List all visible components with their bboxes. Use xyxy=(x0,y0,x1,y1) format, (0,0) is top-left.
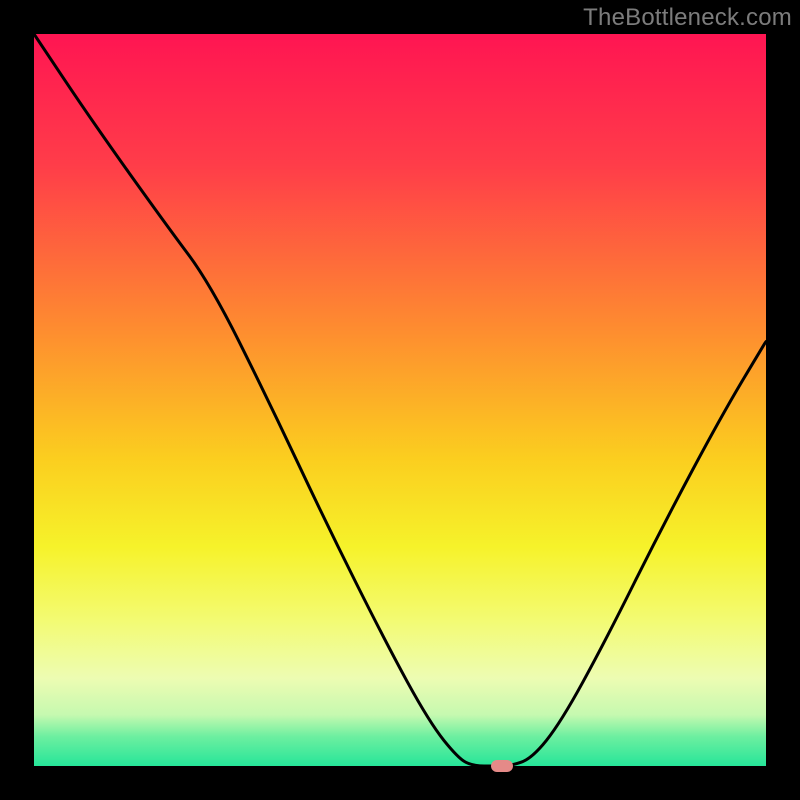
plot-area xyxy=(34,34,766,766)
bottleneck-marker xyxy=(491,760,513,772)
chart-container: TheBottleneck.com xyxy=(0,0,800,800)
watermark-text: TheBottleneck.com xyxy=(583,4,792,32)
bottleneck-curve xyxy=(34,34,766,766)
